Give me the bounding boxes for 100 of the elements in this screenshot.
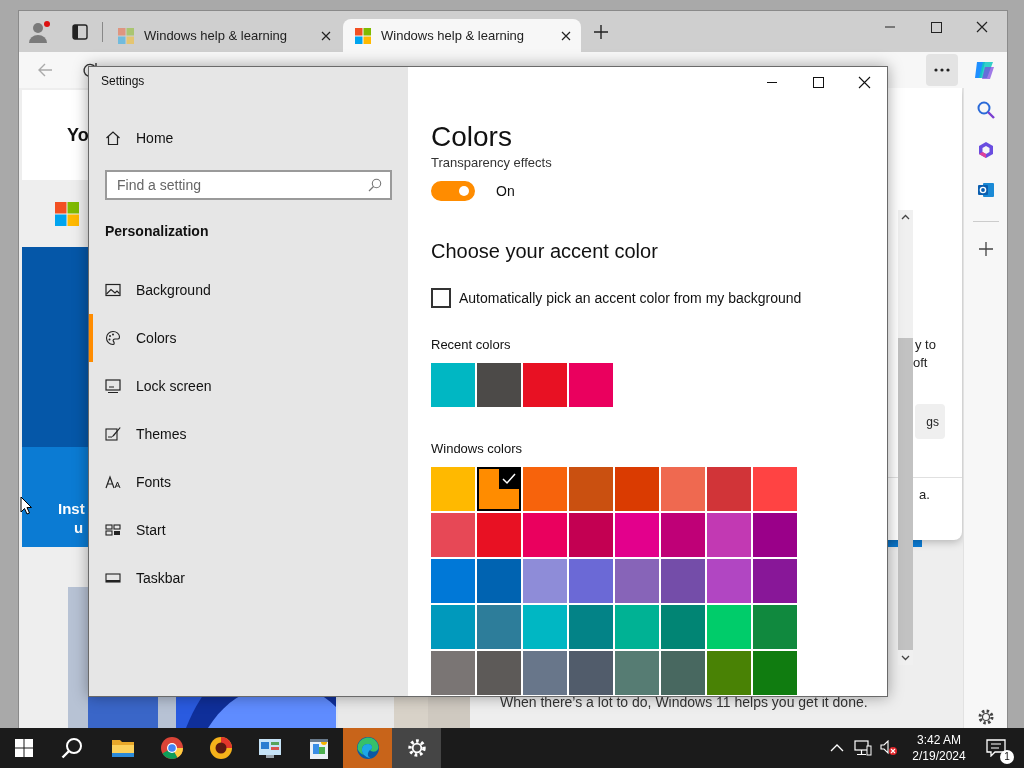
nav-item[interactable]: Lock screen [89, 362, 408, 410]
volume-muted-icon[interactable] [880, 740, 898, 756]
nav-item[interactable]: Fonts [89, 458, 408, 506]
setting-label: Transparency effects [431, 154, 553, 171]
color-swatch[interactable] [477, 363, 521, 407]
color-swatch[interactable] [431, 605, 475, 649]
more-icon [934, 68, 950, 72]
scrollbar-thumb[interactable] [898, 338, 913, 650]
search-icon[interactable] [976, 101, 995, 119]
folder-icon [110, 737, 135, 759]
color-swatch[interactable] [431, 513, 475, 557]
color-swatch[interactable] [431, 467, 475, 511]
color-swatch[interactable] [707, 651, 751, 695]
color-swatch[interactable] [615, 651, 659, 695]
taskbar-icon [105, 570, 121, 586]
color-swatch[interactable] [523, 363, 567, 407]
clock-time[interactable]: 3:42 AM [917, 732, 961, 748]
color-swatch[interactable] [661, 467, 705, 511]
color-swatch[interactable] [753, 559, 797, 603]
color-swatch[interactable] [477, 513, 521, 557]
nav-item[interactable]: Themes [89, 410, 408, 458]
windows-logo-icon [118, 27, 134, 44]
color-swatch[interactable] [615, 467, 659, 511]
color-swatch[interactable] [661, 605, 705, 649]
browser-tab[interactable]: Windows help & learning [343, 19, 581, 52]
monitor-icon [105, 378, 121, 394]
color-swatch[interactable] [753, 651, 797, 695]
copilot-icon[interactable] [973, 59, 995, 81]
color-swatch[interactable] [707, 559, 751, 603]
color-swatch[interactable] [477, 651, 521, 695]
notification-button[interactable]: 1 [978, 728, 1014, 768]
brush-icon [105, 426, 121, 442]
color-swatch[interactable] [661, 651, 705, 695]
color-swatch[interactable] [523, 467, 567, 511]
color-swatch[interactable] [431, 651, 475, 695]
color-swatch[interactable] [569, 467, 613, 511]
nav-item[interactable]: Taskbar [89, 554, 408, 602]
more-button[interactable] [926, 54, 958, 86]
banner-text: Inst [58, 499, 85, 518]
color-swatch[interactable] [477, 559, 521, 603]
caret-up-icon[interactable] [830, 744, 844, 752]
clock-date[interactable]: 2/19/2024 [912, 748, 966, 764]
search-icon[interactable] [368, 178, 382, 192]
color-swatch[interactable] [615, 513, 659, 557]
color-swatch[interactable] [477, 467, 521, 511]
nav-item[interactable]: Start [89, 506, 408, 554]
close-icon[interactable] [561, 30, 571, 41]
profile-icon[interactable] [28, 19, 52, 44]
color-swatch[interactable] [615, 605, 659, 649]
tiles-icon [105, 522, 121, 538]
color-swatch[interactable] [753, 513, 797, 557]
plus-icon[interactable] [978, 242, 993, 256]
back-arrow-icon[interactable] [37, 62, 53, 78]
edge-icon [355, 736, 380, 760]
hexagon-icon[interactable] [976, 141, 995, 159]
color-swatch[interactable] [477, 605, 521, 649]
color-swatch[interactable] [569, 513, 613, 557]
settings-icon [406, 738, 427, 758]
color-swatch[interactable] [523, 651, 567, 695]
search-field[interactable]: Find a setting [105, 170, 392, 200]
color-swatch[interactable] [569, 605, 613, 649]
close-icon[interactable] [321, 30, 331, 41]
popup-button[interactable]: gs [915, 404, 945, 439]
color-swatch[interactable] [523, 559, 567, 603]
color-swatch[interactable] [753, 605, 797, 649]
mail-app-icon[interactable] [976, 181, 995, 199]
popup-text: a. [918, 486, 931, 504]
color-swatch[interactable] [615, 559, 659, 603]
taskbar-button[interactable] [392, 728, 441, 768]
section-heading: Personalization [104, 222, 210, 240]
color-swatch[interactable] [569, 651, 613, 695]
color-swatch[interactable] [661, 559, 705, 603]
color-swatch[interactable] [753, 467, 797, 511]
color-swatch[interactable] [523, 605, 567, 649]
color-swatch[interactable] [523, 513, 567, 557]
message-icon [986, 739, 1006, 757]
toggle-switch[interactable] [431, 181, 475, 201]
nav-item[interactable]: Background [89, 266, 408, 314]
color-swatch[interactable] [707, 513, 751, 557]
ring-icon [208, 736, 233, 760]
color-swatch[interactable] [661, 513, 705, 557]
popup-text: y to [914, 336, 937, 354]
color-swatch[interactable] [431, 363, 475, 407]
home-link[interactable]: Home [89, 118, 408, 158]
color-swatch[interactable] [707, 467, 751, 511]
network-icon[interactable] [854, 740, 872, 756]
checkbox[interactable] [431, 288, 451, 308]
checkbox-label: Automatically pick an accent color from my background [459, 290, 802, 306]
color-swatch[interactable] [431, 559, 475, 603]
notification-count: 1 [1000, 750, 1014, 764]
color-swatch[interactable] [569, 363, 613, 407]
settings-icon[interactable] [976, 708, 995, 726]
control-panel-icon [257, 737, 282, 759]
plus-icon[interactable] [594, 24, 608, 39]
color-swatch[interactable] [707, 605, 751, 649]
nav-item[interactable]: Colors [89, 314, 408, 362]
color-swatch[interactable] [569, 559, 613, 603]
tab-actions-icon[interactable] [72, 23, 88, 40]
windows-logo-icon [15, 739, 33, 757]
browser-tab[interactable]: Windows help & learning [106, 19, 341, 52]
